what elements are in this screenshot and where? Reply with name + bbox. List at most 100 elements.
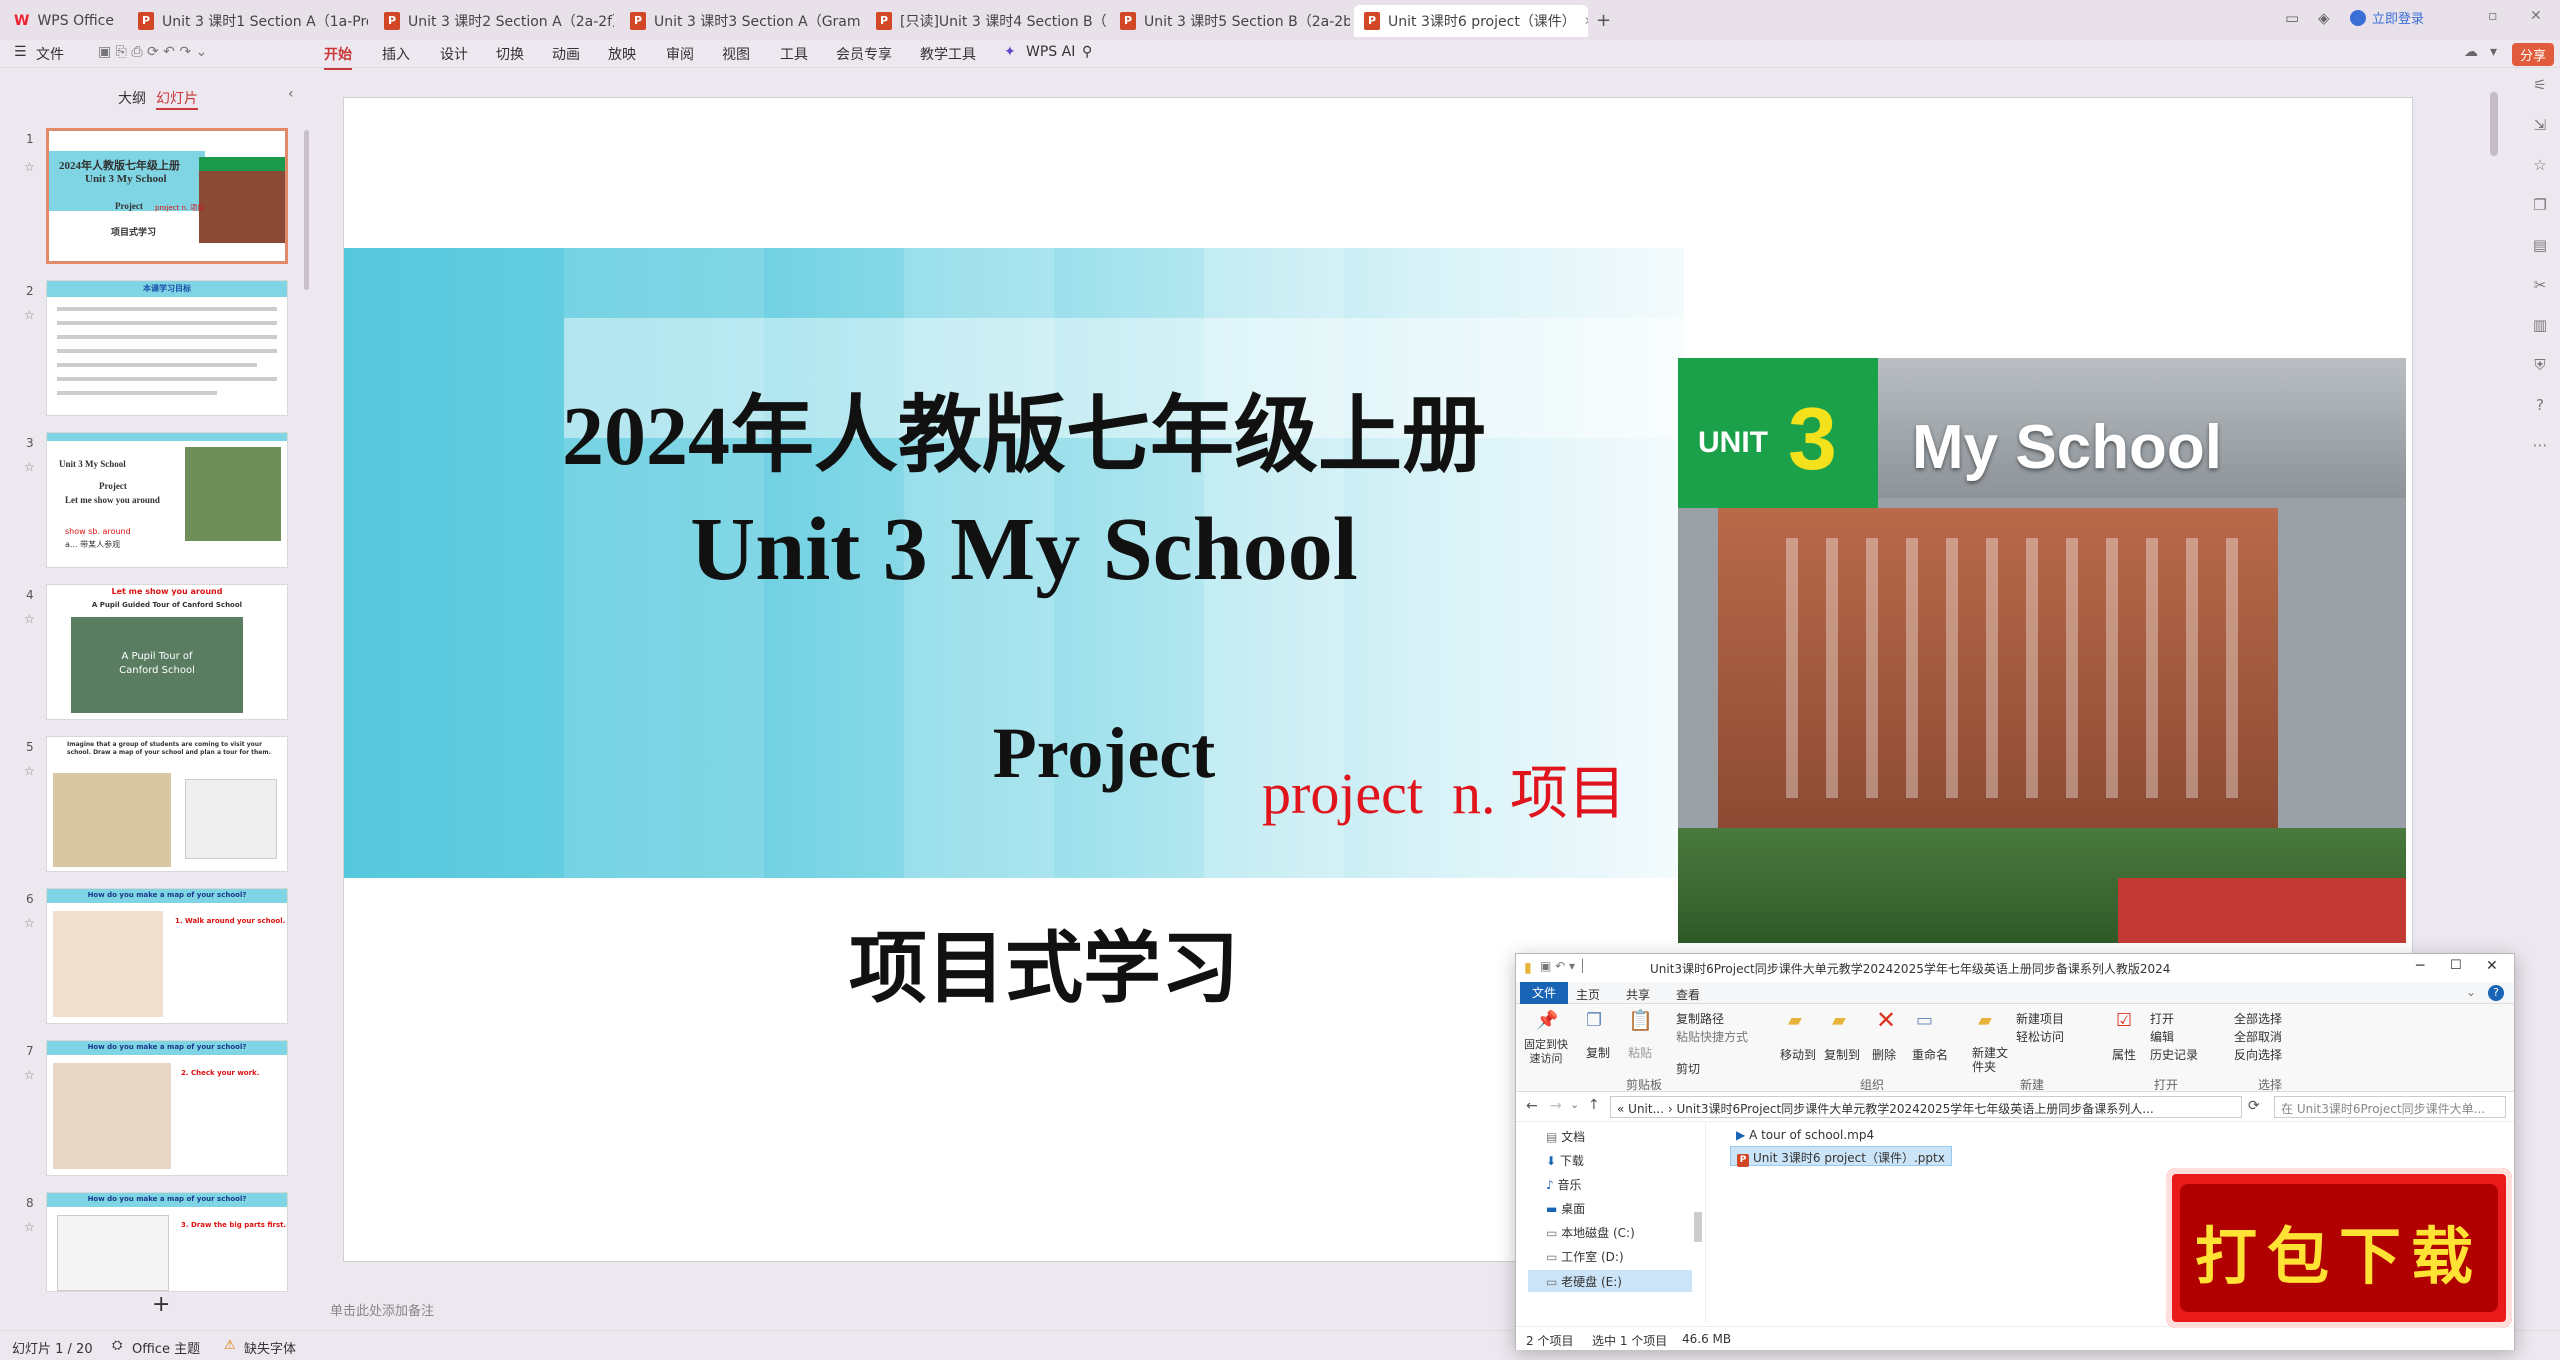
document-icon[interactable]: ▥	[2533, 316, 2547, 334]
nav-music[interactable]: ♪ 音乐	[1546, 1176, 1582, 1193]
close-tab-icon[interactable]: ✕	[1576, 14, 1588, 28]
menu-review[interactable]: 审阅	[666, 44, 694, 64]
slide-thumbnail-2[interactable]: 本课学习目标	[46, 280, 288, 416]
ribbon-copy-button[interactable]: 复制	[1586, 1044, 1610, 1061]
panel-scrollbar[interactable]	[304, 130, 309, 290]
close-window-icon[interactable]: ✕	[2530, 8, 2542, 24]
download-package-badge[interactable]: 打包下载	[2166, 1168, 2512, 1328]
template-icon[interactable]: ▤	[2533, 236, 2547, 254]
menu-member[interactable]: 会员专享	[836, 44, 892, 64]
nav-scrollbar[interactable]	[1694, 1212, 1702, 1242]
slide-thumbnail-3[interactable]: Unit 3 My School Project Let me show you…	[46, 432, 288, 568]
quick-access-icons[interactable]: ▣ ⎘ ⎙ ⟳ ↶ ↷ ⌄	[98, 44, 207, 60]
address-bar[interactable]: « Unit... › Unit3课时6Project同步课件大单元教学2024…	[1610, 1096, 2242, 1118]
tools-icon[interactable]: ✂	[2534, 276, 2547, 294]
ribbon-copy-to[interactable]: 复制到	[1824, 1046, 1860, 1063]
ribbon-select-all[interactable]: 全部选择	[2234, 1010, 2282, 1027]
back-icon[interactable]: ←	[1526, 1098, 1538, 1114]
slide-thumbnail-6[interactable]: How do you make a map of your school? 1.…	[46, 888, 288, 1024]
ribbon-paste-shortcut[interactable]: 粘贴快捷方式	[1676, 1028, 1748, 1045]
star-icon[interactable]: ☆	[24, 764, 35, 778]
minimize-icon[interactable]: ─	[2416, 958, 2424, 974]
ribbon-invert-selection[interactable]: 反向选择	[2234, 1046, 2282, 1063]
add-slide-button[interactable]: +	[152, 1292, 170, 1317]
nav-downloads[interactable]: ⬇ 下载	[1546, 1152, 1584, 1169]
ribbon-collapse-icon[interactable]: ⌄	[2466, 985, 2476, 999]
ribbon-cut[interactable]: 剪切	[1676, 1060, 1700, 1077]
nav-desktop[interactable]: ▬ 桌面	[1546, 1200, 1585, 1217]
explorer-tab-file[interactable]: 文件	[1520, 982, 1568, 1004]
help-icon[interactable]: ?	[2536, 396, 2544, 414]
ribbon-new-item[interactable]: 新建项目	[2016, 1010, 2064, 1027]
ribbon-edit[interactable]: 编辑	[2150, 1028, 2174, 1045]
file-item-pptx[interactable]: P Unit 3课时6 project（课件）.pptx	[1730, 1146, 1952, 1167]
ribbon-copy-path[interactable]: 复制路径	[1676, 1010, 1724, 1027]
status-missing-font[interactable]: 缺失字体	[244, 1338, 296, 1357]
minimize-icon[interactable]: ▫	[2488, 8, 2498, 24]
cube-icon[interactable]: ◈	[2318, 9, 2330, 27]
recent-icon[interactable]: ⌄	[1570, 1098, 1579, 1111]
ribbon-history[interactable]: 历史记录	[2150, 1046, 2198, 1063]
file-item-video[interactable]: ▶ A tour of school.mp4	[1736, 1128, 1874, 1142]
explorer-tab-home[interactable]: 主页	[1576, 986, 1600, 1003]
slide-thumbnail-1[interactable]: 2024年人教版七年级上册 Unit 3 My School Project p…	[46, 128, 288, 264]
ribbon-properties[interactable]: 属性	[2112, 1046, 2136, 1063]
ribbon-paste-button[interactable]: 粘贴	[1628, 1044, 1652, 1061]
tab-doc-4[interactable]: P [只读]Unit 3 课时4 Section B（1a-1	[866, 5, 1106, 37]
menu-teaching[interactable]: 教学工具	[920, 44, 976, 64]
star-icon[interactable]: ☆	[24, 916, 35, 930]
cloud-icon[interactable]: ☁	[2464, 44, 2478, 60]
forward-icon[interactable]: →	[1550, 1098, 1562, 1114]
shield-icon[interactable]: ⛨	[2534, 356, 2545, 374]
nav-drive-d[interactable]: ▭ 工作室 (D:)	[1546, 1248, 1624, 1265]
slide-thumbnail-7[interactable]: How do you make a map of your school? 2.…	[46, 1040, 288, 1176]
new-tab-icon[interactable]: +	[1596, 10, 1611, 31]
slide-scrollbar[interactable]	[2490, 92, 2498, 156]
nav-documents[interactable]: ▤ 文档	[1546, 1128, 1585, 1145]
menu-animation[interactable]: 动画	[552, 44, 580, 64]
explorer-tab-share[interactable]: 共享	[1626, 986, 1650, 1003]
slide-thumbnail-4[interactable]: Let me show you around A Pupil Guided To…	[46, 584, 288, 720]
collapse-panel-icon[interactable]: ‹	[288, 86, 294, 102]
more-icon[interactable]: ⋯	[2533, 436, 2548, 454]
menu-design[interactable]: 设计	[440, 44, 468, 64]
ribbon-delete[interactable]: 删除	[1872, 1046, 1896, 1063]
help-icon[interactable]: ?	[2488, 985, 2504, 1001]
tab-doc-5[interactable]: P Unit 3 课时5 Section B（2a-2b）	[1110, 5, 1350, 37]
ribbon-select-none[interactable]: 全部取消	[2234, 1028, 2282, 1045]
tab-doc-1[interactable]: P Unit 3 课时1 Section A（1a-Pronun	[128, 5, 368, 37]
ribbon-move-to[interactable]: 移动到	[1780, 1046, 1816, 1063]
star-icon[interactable]: ☆	[24, 1220, 35, 1234]
ribbon-new-folder[interactable]: 新建文件夹	[1972, 1046, 2008, 1074]
menu-tools[interactable]: 工具	[780, 44, 808, 64]
menu-wps-ai[interactable]: WPS AI	[1026, 44, 1075, 60]
up-icon[interactable]: ↑	[1588, 1097, 1600, 1113]
slide-thumbnail-5[interactable]: Imagine that a group of students are com…	[46, 736, 288, 872]
copy-icon[interactable]: ❐	[2533, 196, 2546, 214]
ribbon-open[interactable]: 打开	[2150, 1010, 2174, 1027]
menu-home[interactable]: 开始	[324, 44, 352, 70]
notes-placeholder[interactable]: 单击此处添加备注	[330, 1300, 434, 1319]
slide-thumbnail-8[interactable]: How do you make a map of your school? 3.…	[46, 1192, 288, 1292]
layout-icon[interactable]: ▭	[2285, 9, 2299, 27]
tab-outline[interactable]: 大纲	[118, 88, 146, 108]
ribbon-easy-access[interactable]: 轻松访问	[2016, 1028, 2064, 1045]
menu-slideshow[interactable]: 放映	[608, 44, 636, 64]
star-icon[interactable]: ☆	[24, 1068, 35, 1082]
search-icon[interactable]: ⚲	[1082, 44, 1092, 60]
share-button[interactable]: 分享	[2512, 43, 2555, 66]
menu-view[interactable]: 视图	[722, 44, 750, 64]
refresh-icon[interactable]: ⟳	[2248, 1098, 2260, 1114]
pin-icon[interactable]: ⇲	[2534, 116, 2547, 134]
star-icon[interactable]: ☆	[24, 308, 35, 322]
close-icon[interactable]: ✕	[2486, 958, 2498, 974]
tab-wps-home[interactable]: W WPS Office	[4, 5, 122, 37]
explorer-search-input[interactable]: 在 Unit3课时6Project同步课件大单...	[2274, 1096, 2506, 1118]
more-icon[interactable]: ▾	[2490, 44, 2497, 60]
star-icon[interactable]: ☆	[24, 612, 35, 626]
menu-transition[interactable]: 切换	[496, 44, 524, 64]
tab-doc-2[interactable]: P Unit 3 课时2 Section A（2a-2f）	[374, 5, 614, 37]
nav-drive-e[interactable]: ▭ 老硬盘 (E:)	[1528, 1270, 1692, 1292]
maximize-icon[interactable]: ☐	[2450, 958, 2462, 973]
explorer-tab-view[interactable]: 查看	[1676, 986, 1700, 1003]
